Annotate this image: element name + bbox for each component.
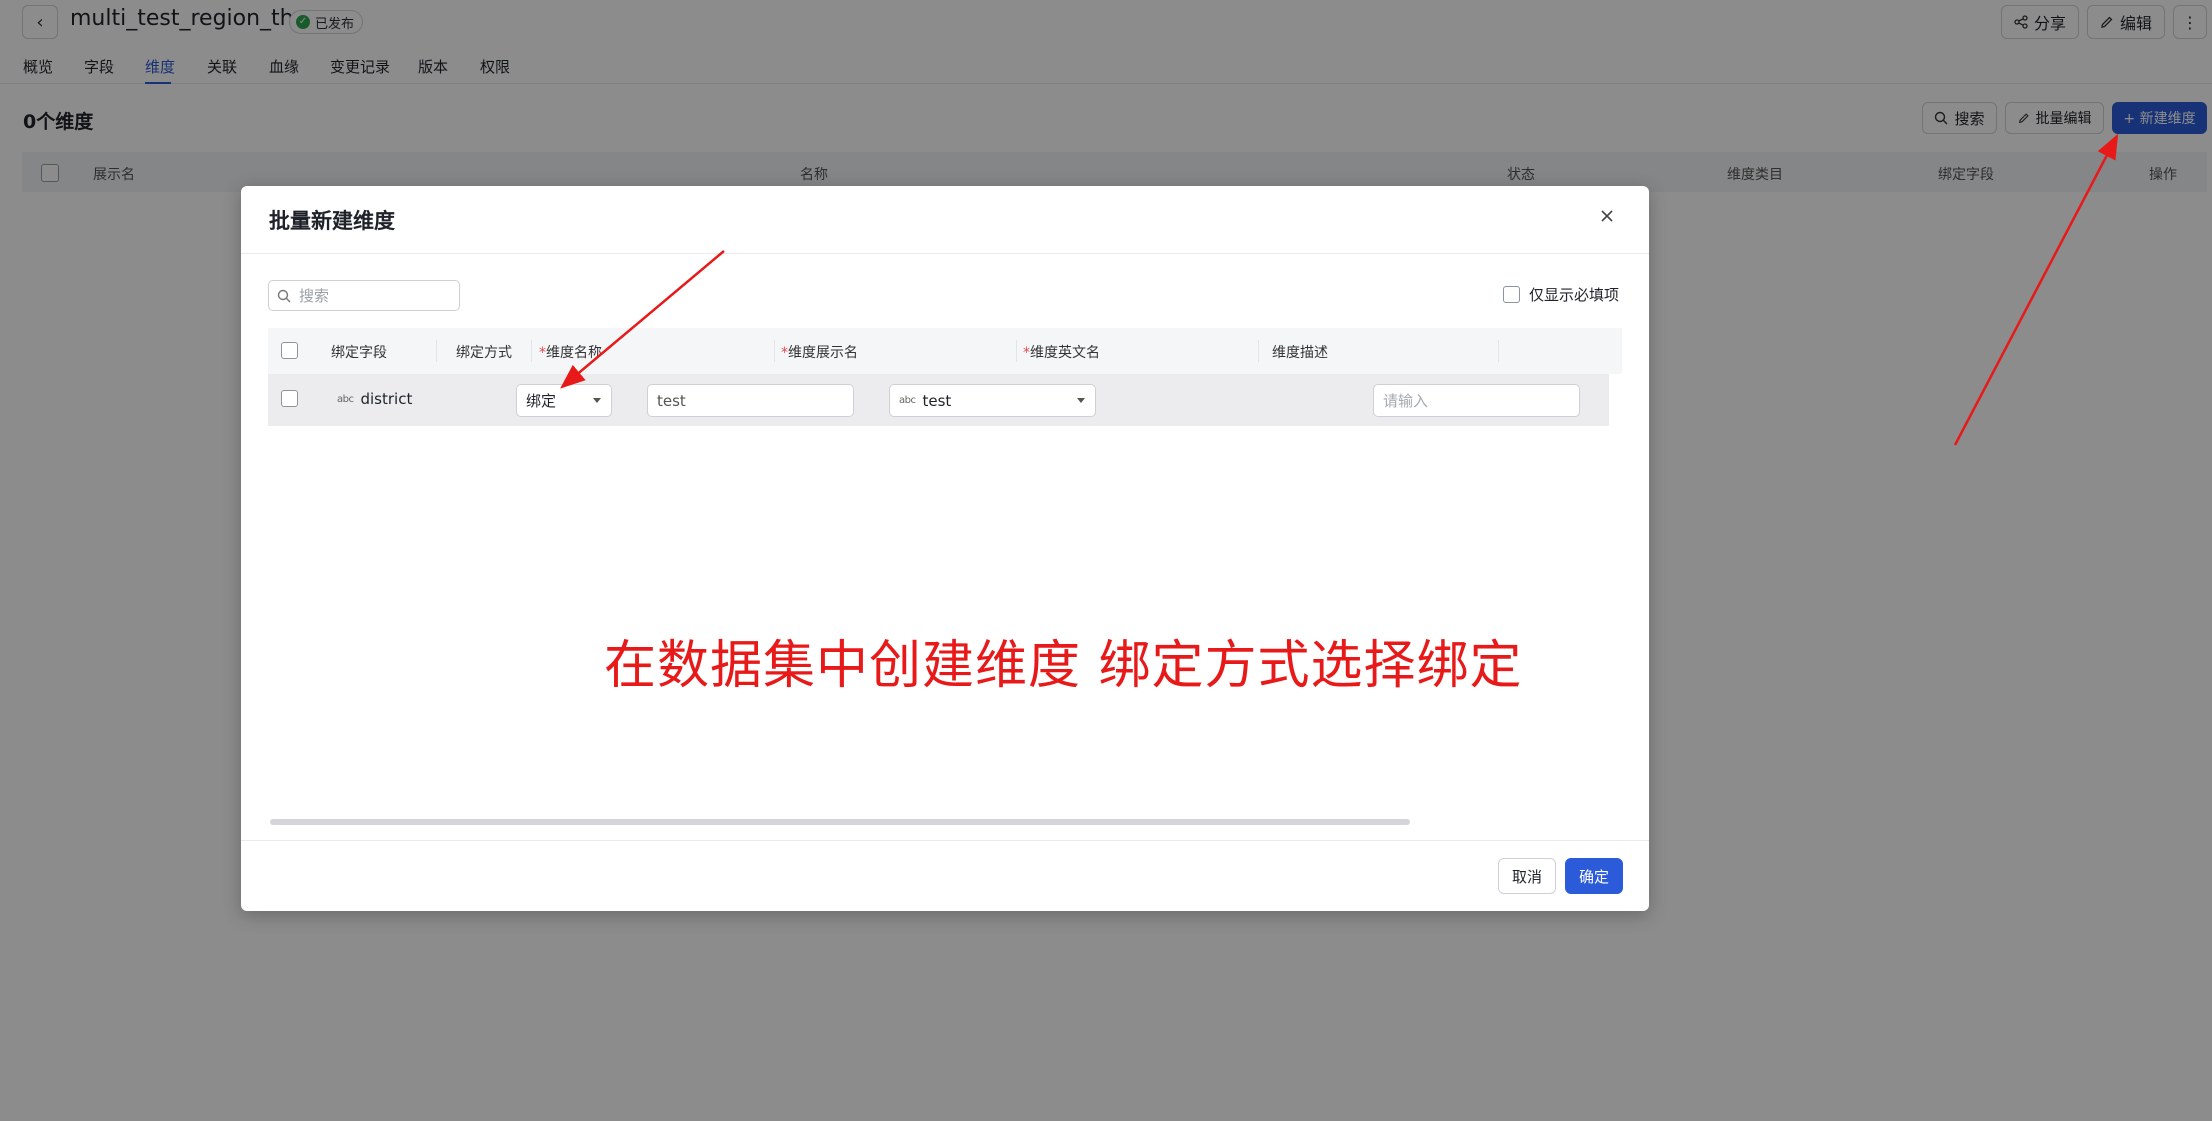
dialog-title: 批量新建维度 [269, 209, 395, 233]
caret-down-icon [1077, 398, 1085, 403]
cancel-button[interactable]: 取消 [1498, 858, 1556, 894]
column-header-bind-method: 绑定方式 [456, 345, 512, 361]
column-divider [436, 340, 437, 362]
column-divider [1258, 340, 1259, 362]
dim-description-placeholder: 请输入 [1383, 392, 1429, 410]
column-header-dim-name: *维度名称 [539, 342, 602, 362]
column-header-bound-field: 绑定字段 [331, 345, 387, 361]
bind-method-value: 绑定 [526, 392, 557, 410]
dialog-search-field[interactable] [268, 280, 460, 311]
horizontal-scrollbar[interactable] [270, 819, 1410, 825]
dialog-table-header: 绑定字段 绑定方式 *维度名称 *维度展示名 *维度英文名 维度描述 [268, 328, 1622, 374]
string-type-icon: abc [337, 393, 354, 405]
dim-display-name-select[interactable]: abc test [889, 384, 1096, 417]
batch-create-dimension-dialog: 批量新建维度 仅显示必填项 绑定字段 绑定方式 *维度名称 *维度展示名 *维度… [241, 186, 1649, 911]
annotation-text: 在数据集中创建维度 绑定方式选择绑定 [604, 636, 1523, 696]
column-divider [1498, 340, 1499, 362]
required-only-toggle[interactable]: 仅显示必填项 [1503, 284, 1619, 305]
required-only-label: 仅显示必填项 [1529, 286, 1620, 304]
column-header-dim-display-name: *维度展示名 [781, 342, 858, 362]
column-header-label: 维度英文名 [1030, 345, 1100, 361]
dialog-search-input[interactable] [299, 286, 449, 305]
column-header-dim-description: 维度描述 [1272, 345, 1328, 361]
close-icon[interactable] [1595, 204, 1619, 228]
search-icon [277, 289, 291, 302]
dim-name-input[interactable]: test [647, 384, 854, 417]
required-mark: * [539, 345, 546, 361]
bound-field-name: district [360, 390, 413, 408]
dialog-footer: 取消 确定 [241, 840, 1649, 911]
dim-display-name-value: test [922, 391, 952, 410]
confirm-button[interactable]: 确定 [1565, 858, 1623, 894]
required-only-checkbox[interactable] [1503, 286, 1520, 303]
column-divider [774, 340, 775, 362]
dim-description-input[interactable]: 请输入 [1373, 384, 1580, 417]
required-mark: * [781, 345, 788, 361]
row-checkbox[interactable] [281, 390, 298, 407]
table-row: abc district 绑定 test abc test 请输入 [268, 374, 1609, 426]
string-type-icon: abc [899, 395, 916, 406]
column-header-label: 维度展示名 [788, 345, 858, 361]
column-header-dim-english-name: *维度英文名 [1023, 342, 1100, 362]
column-divider [1016, 340, 1017, 362]
required-mark: * [1023, 345, 1030, 361]
column-header-label: 维度名称 [546, 345, 602, 361]
select-all-checkbox[interactable] [281, 342, 298, 359]
bind-method-select[interactable]: 绑定 [516, 384, 612, 417]
bound-field-cell: abc district [337, 390, 412, 408]
caret-down-icon [593, 398, 601, 403]
dim-name-value: test [657, 391, 686, 410]
column-divider [531, 340, 532, 362]
dialog-header: 批量新建维度 [241, 186, 1649, 254]
